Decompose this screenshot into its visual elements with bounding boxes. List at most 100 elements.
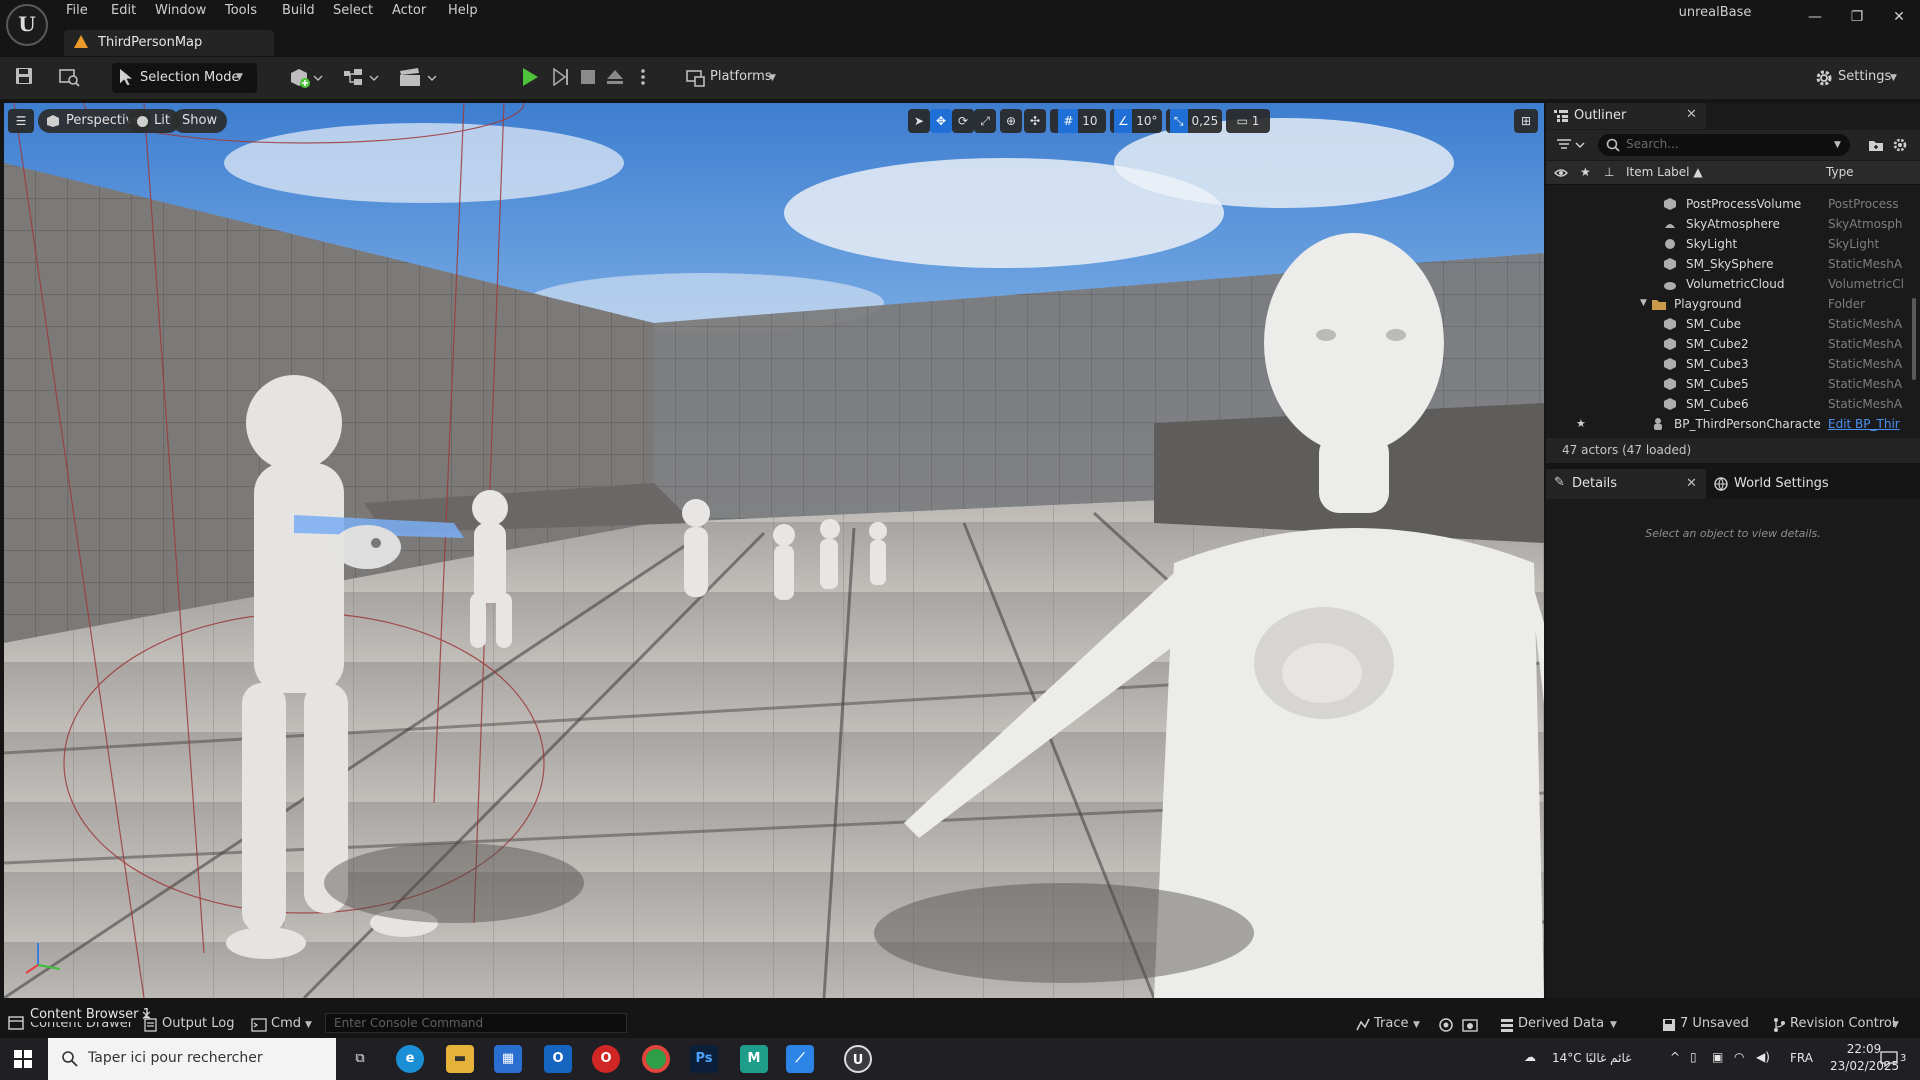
menu-tools[interactable]: Tools — [225, 3, 257, 18]
marvelous-icon[interactable]: ⟋ — [786, 1045, 814, 1073]
maya-icon[interactable]: M — [740, 1045, 768, 1073]
weather-icon[interactable]: ☁ — [1524, 1050, 1536, 1064]
filter-icon[interactable] — [1556, 138, 1586, 152]
menu-window[interactable]: Window — [155, 3, 206, 18]
camera-speed-button[interactable]: ▭ 1 — [1226, 109, 1270, 133]
rotation-snap-toggle[interactable]: ∠ 10° — [1110, 109, 1162, 133]
outliner-row[interactable]: SM_Cube5 StaticMeshA — [1546, 374, 1920, 394]
add-actor-icon[interactable] — [288, 67, 324, 89]
world-settings-tab[interactable]: World Settings — [1734, 476, 1829, 491]
store-icon[interactable]: ▦ — [494, 1045, 522, 1073]
star-icon[interactable]: ★ — [1580, 165, 1591, 179]
add-folder-icon[interactable] — [1868, 138, 1884, 152]
more-options-icon[interactable] — [640, 68, 646, 86]
edit-blueprint-link[interactable]: Edit BP_Thir — [1828, 417, 1908, 431]
outliner-search-input[interactable]: Search... ▼ — [1598, 134, 1850, 156]
restore-button[interactable]: ❐ — [1846, 6, 1868, 28]
outliner-settings-gear-icon[interactable] — [1892, 137, 1908, 153]
bluetooth-icon[interactable]: ▯ — [1690, 1050, 1697, 1064]
settings-button[interactable]: Settings — [1838, 69, 1891, 84]
chevron-down-icon[interactable]: ▼ — [1834, 140, 1841, 150]
star-icon[interactable]: ★ — [1576, 417, 1586, 430]
menu-actor[interactable]: Actor — [392, 3, 426, 18]
opera-icon[interactable]: O — [592, 1045, 620, 1073]
outliner-row[interactable]: SkyAtmosphere SkyAtmosph — [1546, 214, 1920, 234]
viewport-scene[interactable] — [4, 103, 1544, 998]
visibility-eye-icon[interactable] — [1554, 167, 1568, 179]
taskbar-search-box[interactable]: Taper ici pour rechercher — [48, 1038, 336, 1080]
scale-tool-icon[interactable]: ⤢ — [974, 109, 996, 133]
show-button[interactable]: Show — [172, 109, 228, 133]
platforms-button[interactable]: Platforms — [710, 69, 772, 84]
outliner-row[interactable]: SM_SkySphere StaticMeshA — [1546, 254, 1920, 274]
outlook-icon[interactable]: O — [544, 1045, 572, 1073]
pin-icon[interactable]: ⊥ — [1604, 165, 1614, 179]
outliner-row[interactable]: SM_Cube StaticMeshA — [1546, 314, 1920, 334]
outliner-row[interactable]: SkyLight SkyLight — [1546, 234, 1920, 254]
translate-tool-icon[interactable]: ✥ — [930, 109, 952, 133]
volume-icon[interactable]: ◀) — [1756, 1050, 1770, 1064]
outliner-folder-row[interactable]: ▼ Playground Folder — [1546, 294, 1920, 314]
selection-mode-dropdown[interactable]: Selection Mode ▼ — [112, 63, 257, 93]
expand-arrow-icon[interactable]: ▼ — [1640, 298, 1647, 308]
close-icon[interactable]: ✕ — [1686, 476, 1697, 491]
notification-icon[interactable] — [1880, 1051, 1898, 1067]
menu-build[interactable]: Build — [282, 3, 315, 18]
chevron-down-icon[interactable]: ▼ — [305, 1020, 312, 1030]
item-label-column-header[interactable]: Item Label ▲ — [1626, 165, 1703, 179]
minimize-button[interactable]: — — [1804, 6, 1826, 28]
surface-snap-icon[interactable]: ✣ — [1024, 109, 1046, 133]
edge-icon[interactable]: e — [396, 1045, 424, 1073]
menu-select[interactable]: Select — [333, 3, 373, 18]
scale-snap-toggle[interactable]: ⤡ 0,25 — [1166, 109, 1222, 133]
chrome-icon[interactable] — [642, 1045, 670, 1073]
select-tool-icon[interactable]: ➤ — [908, 109, 930, 133]
menu-edit[interactable]: Edit — [111, 3, 136, 18]
world-space-icon[interactable]: ⊕ — [1000, 109, 1022, 133]
type-column-header[interactable]: Type — [1826, 165, 1854, 179]
weather-text[interactable]: 14°C غائم غالبًا — [1552, 1051, 1631, 1065]
viewport-layout-icon[interactable]: ⊞ — [1514, 109, 1538, 133]
close-window-button[interactable]: ✕ — [1888, 6, 1910, 28]
menu-help[interactable]: Help — [448, 3, 478, 18]
screenshot-icon[interactable] — [1462, 1017, 1478, 1033]
output-log-button[interactable]: Output Log — [162, 1016, 235, 1031]
unsaved-count[interactable]: 7 Unsaved — [1680, 1016, 1749, 1031]
wifi-icon[interactable]: ◠ — [1734, 1050, 1744, 1064]
trace-dropdown[interactable]: Trace — [1374, 1016, 1409, 1031]
windows-start-icon[interactable] — [14, 1050, 32, 1068]
advance-frame-icon[interactable] — [552, 68, 570, 86]
outliner-row[interactable]: ★ BP_ThirdPersonCharacte Edit BP_Thir — [1546, 414, 1920, 434]
file-explorer-icon[interactable]: ▬ — [446, 1045, 474, 1073]
chevron-down-icon[interactable]: ▼ — [1610, 1020, 1617, 1030]
outliner-tab[interactable]: Outliner ✕ — [1546, 103, 1706, 129]
viewport-menu-icon[interactable]: ☰ — [8, 109, 34, 133]
derived-data-dropdown[interactable]: Derived Data — [1518, 1016, 1604, 1031]
save-icon[interactable] — [15, 67, 35, 87]
outliner-row[interactable]: PostProcessVolume PostProcess — [1546, 194, 1920, 214]
chevron-down-icon[interactable]: ▼ — [1413, 1020, 1420, 1030]
language-indicator[interactable]: FRA — [1790, 1051, 1813, 1065]
unreal-logo-icon[interactable]: U — [6, 4, 48, 46]
stop-icon[interactable] — [580, 69, 596, 85]
outliner-row[interactable]: VolumetricCloud VolumetricCl — [1546, 274, 1920, 294]
tray-expand-icon[interactable]: ^ — [1670, 1050, 1680, 1064]
level-tab[interactable]: ThirdPersonMap — [64, 30, 274, 56]
menu-file[interactable]: File — [66, 3, 88, 18]
console-command-input[interactable]: Enter Console Command — [325, 1013, 627, 1033]
revision-control-dropdown[interactable]: Revision Control — [1790, 1016, 1895, 1031]
play-button[interactable] — [523, 68, 538, 86]
rotate-tool-icon[interactable]: ⟳ — [952, 109, 974, 133]
unreal-engine-taskbar-icon[interactable]: U — [844, 1045, 872, 1073]
record-icon[interactable] — [1438, 1017, 1454, 1033]
cmd-dropdown[interactable]: Cmd — [271, 1016, 301, 1031]
close-icon[interactable]: ✕ — [1686, 107, 1697, 122]
chevron-down-icon[interactable]: ▼ — [1892, 1020, 1899, 1030]
outliner-row[interactable]: SM_Cube3 StaticMeshA — [1546, 354, 1920, 374]
camera-tray-icon[interactable]: ▣ — [1712, 1050, 1723, 1064]
photoshop-icon[interactable]: Ps — [690, 1045, 718, 1073]
cinematics-icon[interactable] — [398, 67, 438, 89]
blueprints-icon[interactable] — [342, 67, 380, 89]
outliner-row[interactable]: SM_Cube2 StaticMeshA — [1546, 334, 1920, 354]
eject-icon[interactable] — [606, 68, 624, 86]
